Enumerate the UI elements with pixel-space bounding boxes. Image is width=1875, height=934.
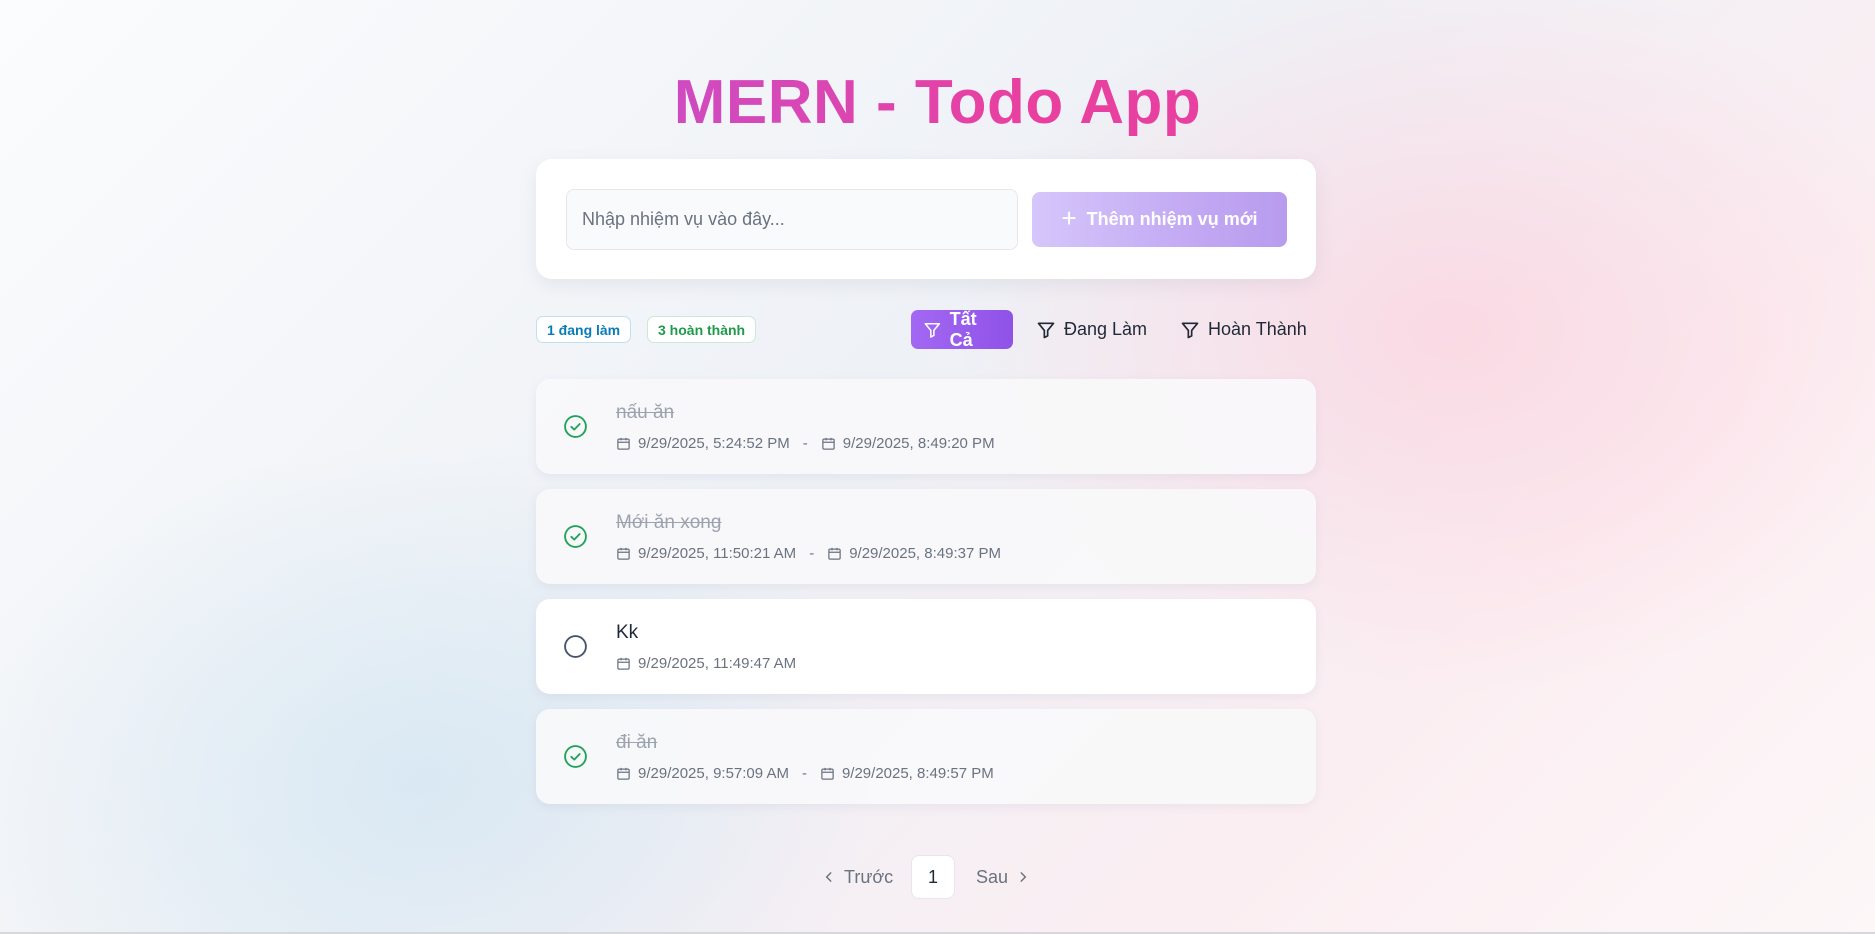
filter-active-button[interactable]: Đang Làm: [1024, 310, 1159, 349]
plus-icon: +: [1061, 203, 1077, 233]
task-dates: 9/29/2025, 9:57:09 AM - 9/29/2025, 8:49:…: [616, 765, 994, 782]
task-completed-date: 9/29/2025, 8:49:57 PM: [841, 765, 994, 782]
filter-icon: [924, 322, 941, 338]
task-item: Mới ăn xong 9/29/2025, 11:50:21 AM - 9/2…: [536, 489, 1316, 584]
completed-count-badge: 3 hoàn thành: [647, 316, 757, 343]
check-circle-icon[interactable]: [563, 744, 588, 769]
task-dates: 9/29/2025, 11:50:21 AM - 9/29/2025, 8:49…: [616, 545, 1001, 562]
calendar-icon: [822, 437, 835, 450]
filter-all-button[interactable]: Tất Cả: [911, 308, 1013, 350]
task-title: nấu ăn: [616, 402, 675, 423]
chevron-left-icon: [825, 872, 832, 882]
filter-all-label: Tất Cả: [949, 308, 977, 350]
task-created-date: 9/29/2025, 5:24:52 PM: [638, 435, 790, 452]
task-item: nấu ăn 9/29/2025, 5:24:52 PM - 9/29/2025…: [536, 379, 1316, 474]
calendar-icon: [617, 767, 630, 780]
chevron-right-icon: [1020, 872, 1027, 882]
filter-active-label: Đang Làm: [1064, 319, 1148, 339]
add-task-button[interactable]: + Thêm nhiệm vụ mới: [1032, 192, 1287, 247]
filter-completed-label: Hoàn Thành: [1208, 319, 1307, 339]
add-task-button-label: Thêm nhiệm vụ mới: [1086, 209, 1258, 229]
task-title: Kk: [616, 622, 639, 643]
task-completed-date: 9/29/2025, 8:49:37 PM: [849, 545, 1001, 562]
task-created-date: 9/29/2025, 9:57:09 AM: [638, 765, 789, 782]
page-number-button[interactable]: 1: [911, 855, 955, 899]
task-title: đi ăn: [616, 732, 658, 753]
task-dates: 9/29/2025, 11:49:47 AM: [616, 655, 796, 672]
date-separator: -: [801, 765, 807, 782]
task-dates: 9/29/2025, 5:24:52 PM - 9/29/2025, 8:49:…: [616, 435, 995, 452]
check-circle-icon[interactable]: [563, 414, 588, 439]
empty-circle-icon[interactable]: [563, 634, 588, 659]
task-title: Mới ăn xong: [616, 512, 722, 533]
task-completed-date: 9/29/2025, 8:49:20 PM: [842, 435, 995, 452]
calendar-icon: [617, 547, 630, 560]
task-item: Kk 9/29/2025, 11:49:47 AM: [536, 599, 1316, 694]
page-title: MERN - Todo App: [0, 68, 1875, 138]
prev-page-label: Trước: [844, 866, 894, 887]
next-page-label: Sau: [976, 866, 1009, 887]
active-count-badge: 1 đang làm: [536, 316, 632, 343]
date-separator: -: [802, 435, 808, 452]
filter-completed-button[interactable]: Hoàn Thành: [1168, 310, 1319, 349]
calendar-icon: [821, 767, 834, 780]
prev-page-button[interactable]: Trước: [822, 855, 893, 899]
calendar-icon: [617, 437, 630, 450]
next-page-button[interactable]: Sau: [976, 855, 1030, 899]
pagination: Trước 1 Sau: [0, 855, 1875, 899]
check-circle-icon[interactable]: [563, 524, 588, 549]
task-input[interactable]: [566, 189, 1018, 250]
date-separator: -: [809, 545, 815, 562]
calendar-icon: [828, 547, 841, 560]
task-created-date: 9/29/2025, 11:49:47 AM: [638, 655, 797, 672]
task-created-date: 9/29/2025, 11:50:21 AM: [638, 545, 797, 562]
filter-icon: [1037, 322, 1055, 338]
task-item: đi ăn 9/29/2025, 9:57:09 AM - 9/29/2025,…: [536, 709, 1316, 804]
filter-icon: [1181, 322, 1199, 338]
add-task-card: + Thêm nhiệm vụ mới: [536, 159, 1316, 279]
calendar-icon: [617, 657, 630, 670]
